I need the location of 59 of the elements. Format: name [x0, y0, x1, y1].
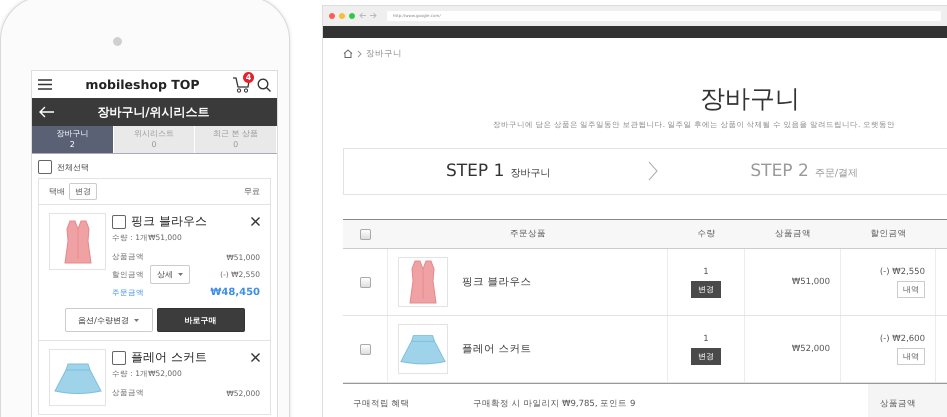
shipping-fee: 무료: [244, 186, 260, 197]
cart-tab[interactable]: 장바구니 2: [32, 126, 114, 153]
detail-button[interactable]: 내역: [897, 348, 925, 364]
product-name: 플레어 스커트: [131, 349, 208, 366]
row-checkbox[interactable]: [360, 276, 370, 288]
page-title: 장바구니: [699, 82, 801, 115]
page-title: 장바구니/위시리스트: [96, 104, 211, 120]
benefit-text: 구매확정 시 마일리지 ₩9,785, 포인트 9: [473, 398, 636, 410]
product-name[interactable]: 핑크 블라우스: [462, 275, 532, 289]
breadcrumb-link[interactable]: 장바구니: [366, 48, 402, 60]
skirt-drawing: [52, 360, 102, 394]
maximize-dot[interactable]: [349, 12, 355, 19]
product-name: 핑크 블라우스: [131, 213, 208, 230]
select-all-label: 전체선택: [57, 162, 89, 172]
quantity-value: 1: [703, 266, 709, 276]
column-header: 할인금액: [870, 228, 906, 240]
order-total-value: ₩48,450: [210, 287, 260, 298]
select-all-checkbox[interactable]: [360, 228, 371, 240]
buy-now-button[interactable]: 바로구매: [156, 308, 244, 332]
close-dot[interactable]: [329, 12, 335, 19]
change-button[interactable]: 변경: [69, 183, 97, 200]
change-button[interactable]: 변경: [691, 280, 721, 298]
shipping-label: 택배: [49, 186, 65, 197]
step-indicator: STEP 2 주문/결제: [750, 161, 858, 182]
benefit-label: 구매적립 혜택: [352, 398, 411, 410]
minimize-dot[interactable]: [339, 12, 345, 19]
caret-icon: [134, 318, 139, 322]
item-checkbox[interactable]: [112, 214, 126, 228]
search-icon[interactable]: [257, 78, 271, 92]
back-arrow-icon[interactable]: [38, 106, 54, 118]
change-button[interactable]: 변경: [691, 348, 721, 364]
camera-icon: [113, 37, 122, 46]
item-checkbox[interactable]: [112, 350, 126, 364]
discount-value: (-) ₩2,550: [880, 266, 925, 276]
home-icon[interactable]: [343, 49, 353, 58]
summary-label: 상품금액: [880, 398, 916, 410]
select-all-checkbox[interactable]: [38, 160, 52, 174]
close-icon[interactable]: [251, 353, 260, 362]
chevron-icon: [648, 161, 658, 182]
app-title: mobileshop TOP: [84, 77, 201, 92]
chevron-icon: [357, 50, 362, 58]
cart-count-badge: 4: [243, 72, 254, 82]
caret-icon: [178, 273, 183, 276]
option-change-dropdown[interactable]: 옵션/수량변경: [64, 308, 152, 332]
product-name[interactable]: 플레어 스커트: [462, 342, 532, 356]
column-header: 주문상품: [510, 228, 546, 240]
column-header: 상품금액: [775, 228, 811, 240]
price-value: ₩52,000: [792, 344, 830, 354]
price-value: ₩51,000: [792, 277, 830, 287]
menu-icon[interactable]: [38, 79, 52, 90]
detail-dropdown[interactable]: 상세: [150, 265, 190, 284]
discount-value: (-) ₩2,600: [880, 334, 925, 344]
step-indicator: STEP 1 장바구니: [446, 161, 550, 182]
skirt-drawing: [399, 332, 447, 366]
column-header: 수량: [698, 228, 716, 240]
quantity-value: 1: [703, 334, 709, 344]
close-icon[interactable]: [251, 217, 260, 226]
row-checkbox[interactable]: [360, 344, 370, 354]
detail-button[interactable]: 내역: [897, 280, 925, 298]
